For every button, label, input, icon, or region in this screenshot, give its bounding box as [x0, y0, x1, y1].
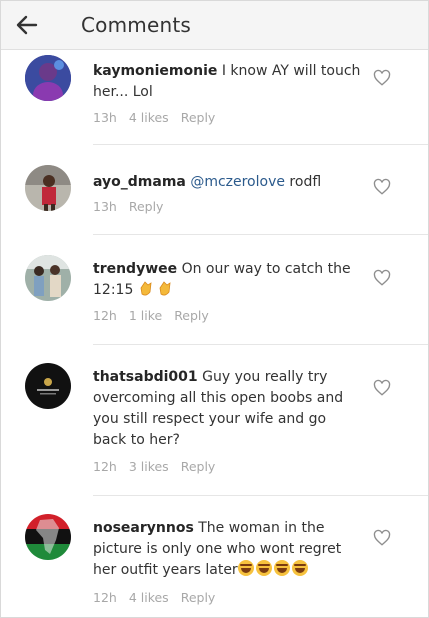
reply-link[interactable]: Reply [181, 590, 216, 605]
comment-text: nosearynnos The woman in the picture is … [93, 518, 361, 581]
comment-text: kaymoniemonie I know AY will touch her..… [93, 61, 361, 103]
avatar-image [25, 55, 71, 101]
heart-icon[interactable] [373, 379, 391, 397]
avatar[interactable] [25, 363, 71, 409]
comment-text: thatsabdi001 Guy you really try overcomi… [93, 367, 361, 451]
comment-mention[interactable]: @mczerolove [190, 174, 285, 190]
comment-meta: 13h Reply [93, 199, 163, 214]
arrow-left-icon [16, 15, 38, 35]
header-bar: Comments [1, 1, 428, 50]
comment-time: 12h [93, 459, 117, 474]
comment-meta: 12h 1 like Reply [93, 308, 209, 323]
tears-of-joy-icon [291, 560, 308, 576]
comment-text: ayo_dmama @mczerolove rodfl [93, 172, 361, 193]
heart-icon[interactable] [373, 178, 391, 196]
page-title: Comments [81, 13, 192, 37]
reply-link[interactable]: Reply [129, 199, 164, 214]
comment-body: rodfl [284, 174, 322, 190]
comment-username[interactable]: trendywee [93, 261, 177, 277]
comment-item: nosearynnos The woman in the picture is … [1, 496, 428, 617]
back-button[interactable] [1, 1, 53, 50]
reply-link[interactable]: Reply [174, 308, 209, 323]
reply-link[interactable]: Reply [181, 459, 216, 474]
comments-screen: Comments kaymoniemonie I know AY will to… [0, 0, 429, 618]
heart-icon[interactable] [373, 529, 391, 547]
comment-username[interactable]: nosearynnos [93, 520, 194, 536]
avatar-image [25, 165, 71, 211]
comment-likes[interactable]: 4 likes [129, 110, 169, 125]
avatar-image [25, 255, 71, 301]
comment-username[interactable]: kaymoniemonie [93, 63, 217, 79]
comment-time: 13h [93, 199, 117, 214]
avatar-image [25, 514, 71, 560]
comment-item: trendywee On our way to catch the 12:15 … [1, 235, 428, 345]
tears-of-joy-icon [255, 560, 272, 576]
clapping-hands-icon [159, 281, 171, 296]
avatar[interactable] [25, 165, 71, 211]
heart-icon[interactable] [373, 69, 391, 87]
comment-meta: 12h 4 likes Reply [93, 590, 215, 605]
comment-meta: 12h 3 likes Reply [93, 459, 215, 474]
comment-item: thatsabdi001 Guy you really try overcomi… [1, 345, 428, 496]
avatar[interactable] [25, 255, 71, 301]
avatar-image [25, 363, 71, 409]
comment-username[interactable]: thatsabdi001 [93, 369, 198, 385]
comment-meta: 13h 4 likes Reply [93, 110, 215, 125]
avatar[interactable] [25, 514, 71, 560]
comment-time: 13h [93, 110, 117, 125]
reply-link[interactable]: Reply [181, 110, 216, 125]
comment-time: 12h [93, 590, 117, 605]
comment-likes[interactable]: 4 likes [129, 590, 169, 605]
comment-username[interactable]: ayo_dmama [93, 174, 186, 190]
comment-item: kaymoniemonie I know AY will touch her..… [1, 51, 428, 145]
tears-of-joy-icon [237, 560, 254, 576]
comment-likes[interactable]: 1 like [129, 308, 162, 323]
tears-of-joy-icon [273, 560, 290, 576]
comment-likes[interactable]: 3 likes [129, 459, 169, 474]
comment-time: 12h [93, 308, 117, 323]
clapping-hands-icon [140, 281, 152, 296]
comment-item: ayo_dmama @mczerolove rodfl 13h Reply [1, 145, 428, 235]
comment-text: trendywee On our way to catch the 12:15 [93, 259, 361, 301]
avatar[interactable] [25, 55, 71, 101]
heart-icon[interactable] [373, 269, 391, 287]
